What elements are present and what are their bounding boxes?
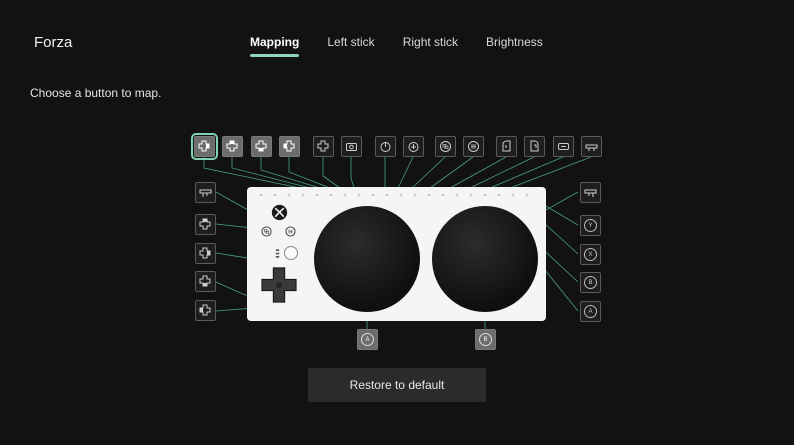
app-title: Forza xyxy=(34,34,73,51)
tab-bar: Mapping Left stick Right stick Brightnes… xyxy=(250,35,571,57)
map-slot-right-bumper[interactable] xyxy=(580,182,601,203)
y-button-icon: Y xyxy=(584,219,597,232)
controller-view-button xyxy=(261,226,272,237)
map-slot-dpad-right[interactable] xyxy=(191,133,218,160)
map-slot-left-dpad-left[interactable] xyxy=(195,300,216,321)
map-slot-screenshot[interactable] xyxy=(341,136,362,157)
dpad-left-icon xyxy=(283,140,295,152)
menu-button-icon xyxy=(468,141,479,152)
b-button-icon: B xyxy=(584,276,597,289)
map-slot-x[interactable]: X xyxy=(580,244,601,265)
instruction-text: Choose a button to map. xyxy=(30,86,162,100)
map-slot-left-trigger[interactable] xyxy=(496,136,517,157)
right-trigger-icon xyxy=(530,140,539,152)
a-button-icon: A xyxy=(361,333,374,346)
right-big-button xyxy=(432,206,538,312)
map-slot-right-trigger[interactable] xyxy=(524,136,545,157)
map-slot-left-bumper[interactable] xyxy=(195,182,216,203)
map-slot-right-stick-click[interactable] xyxy=(403,136,424,157)
restore-default-button[interactable]: Restore to default xyxy=(308,368,486,402)
x-button-icon: X xyxy=(584,248,597,261)
map-slot-bottom-a[interactable]: A xyxy=(357,329,378,350)
map-slot-left-dpad-right[interactable] xyxy=(195,243,216,264)
map-slot-left-dpad-down[interactable] xyxy=(195,271,216,292)
map-slot-share[interactable] xyxy=(553,136,574,157)
map-slot-dpad[interactable] xyxy=(313,136,334,157)
left-trigger-icon xyxy=(502,140,511,152)
map-slot-b[interactable]: B xyxy=(580,272,601,293)
controller-menu-button xyxy=(285,226,296,237)
left-stick-click-icon xyxy=(380,142,391,152)
tab-left-stick[interactable]: Left stick xyxy=(327,35,374,55)
map-slot-bottom-b[interactable]: B xyxy=(475,329,496,350)
dpad-up-icon xyxy=(226,140,238,152)
map-slot-bumper[interactable] xyxy=(581,136,602,157)
map-slot-left-stick-click[interactable] xyxy=(375,136,396,157)
b-button-icon: B xyxy=(479,333,492,346)
map-slot-dpad-left[interactable] xyxy=(279,136,300,157)
left-bumper-icon xyxy=(199,189,212,197)
dpad-up-icon xyxy=(199,218,211,230)
dpad-down-icon xyxy=(199,275,211,287)
controller-profile-indicator xyxy=(275,249,280,258)
dpad-right-icon xyxy=(198,140,210,152)
map-slot-left-dpad-up[interactable] xyxy=(195,214,216,235)
dpad-icon xyxy=(317,140,329,152)
view-button-icon xyxy=(440,141,451,152)
a-button-icon: A xyxy=(584,305,597,318)
tab-brightness[interactable]: Brightness xyxy=(486,35,543,55)
dpad-down-icon xyxy=(255,140,267,152)
screenshot-icon xyxy=(346,143,357,151)
map-slot-view[interactable] xyxy=(435,136,456,157)
bumper-icon xyxy=(585,144,598,151)
share-icon xyxy=(558,143,569,150)
xbox-logo-icon xyxy=(271,204,288,221)
controller-dpad-icon xyxy=(261,267,297,303)
right-stick-click-icon xyxy=(408,142,419,152)
dpad-right-icon xyxy=(199,247,211,259)
right-bumper-icon xyxy=(584,189,597,197)
map-slot-menu[interactable] xyxy=(463,136,484,157)
controller-jack-ports xyxy=(259,193,529,197)
map-slot-dpad-up[interactable] xyxy=(222,136,243,157)
controller-profile-button xyxy=(284,246,298,260)
tab-right-stick[interactable]: Right stick xyxy=(403,35,458,55)
map-slot-dpad-down[interactable] xyxy=(251,136,272,157)
left-big-button xyxy=(314,206,420,312)
adaptive-controller-image xyxy=(247,187,546,321)
map-slot-a[interactable]: A xyxy=(580,301,601,322)
dpad-left-icon xyxy=(199,304,211,316)
tab-mapping[interactable]: Mapping xyxy=(250,35,300,57)
map-slot-y[interactable]: Y xyxy=(580,215,601,236)
